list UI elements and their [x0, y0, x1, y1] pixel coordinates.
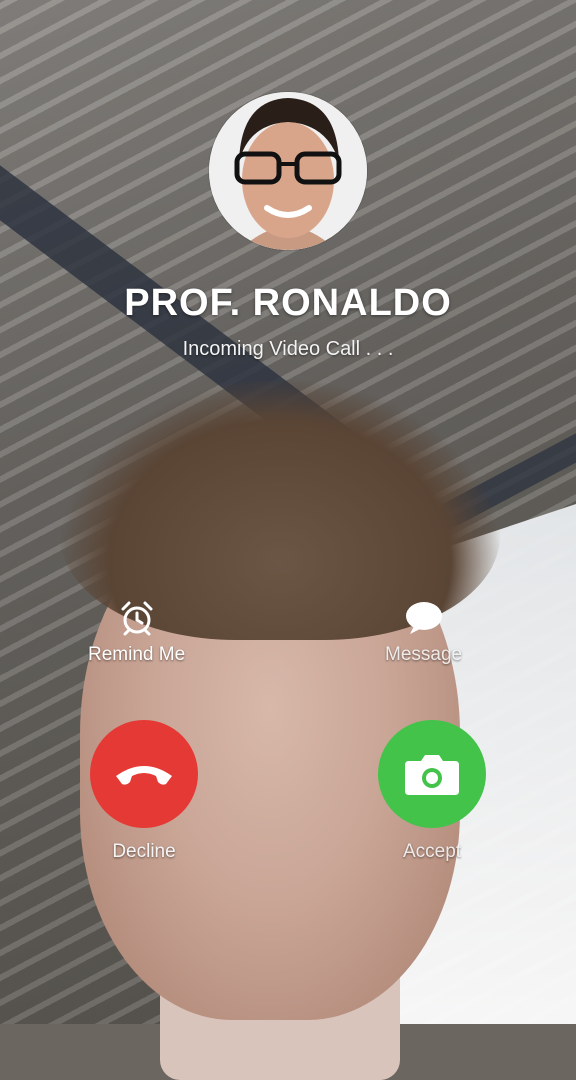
phone-hangup-icon [116, 766, 172, 785]
remind-me-button[interactable]: Remind Me [88, 598, 185, 666]
chat-bubble-icon [404, 598, 444, 638]
accept-button[interactable] [378, 720, 486, 828]
remind-me-label: Remind Me [88, 644, 186, 665]
caller-avatar-image [209, 92, 367, 250]
caller-avatar [209, 92, 367, 250]
alarm-clock-icon [117, 598, 157, 638]
camera-icon [405, 755, 459, 795]
decline-button[interactable] [90, 720, 198, 828]
message-button[interactable]: Message [385, 598, 462, 666]
call-status: Incoming Video Call . . . [182, 338, 394, 360]
caller-name: PROF. RONALDO [124, 282, 452, 324]
decline-label: Decline [112, 841, 176, 862]
message-label: Message [385, 644, 463, 665]
accept-label: Accept [402, 841, 462, 862]
